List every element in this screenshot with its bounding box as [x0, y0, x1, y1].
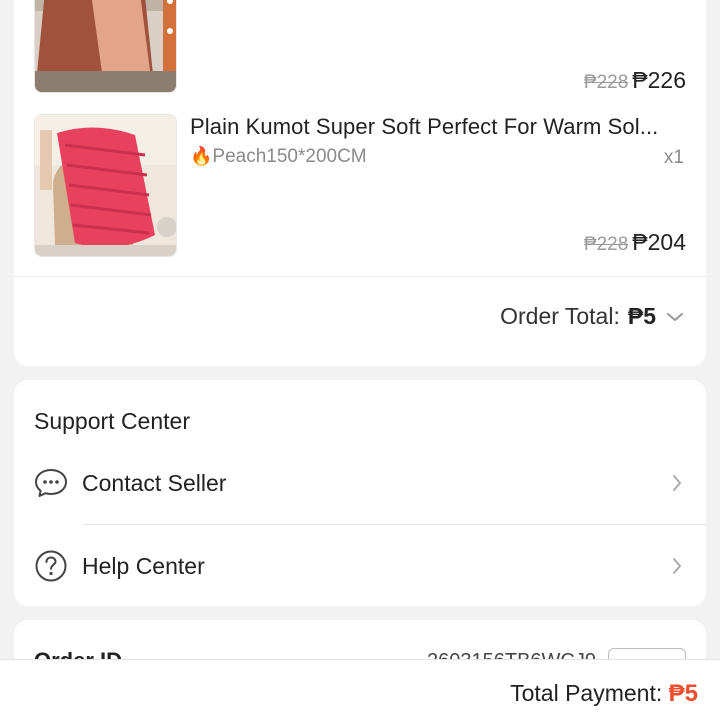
- original-price: ₱228: [583, 72, 629, 93]
- chevron-right-icon: [673, 475, 681, 491]
- discounted-price: ₱226: [632, 67, 686, 93]
- fire-icon: 🔥: [190, 146, 213, 166]
- discounted-price: ₱204: [632, 229, 686, 255]
- bottom-payment-bar: Total Payment: ₱5: [0, 659, 720, 720]
- product-item[interactable]: ₱228 ₱226: [14, 0, 706, 112]
- total-payment-amount: ₱5: [668, 680, 698, 707]
- contact-seller-row[interactable]: Contact Seller: [14, 443, 706, 523]
- order-total-amount: ₱5: [627, 303, 656, 329]
- chat-bubble-icon: [35, 469, 67, 497]
- question-circle-icon: [35, 550, 67, 582]
- product-image[interactable]: [34, 114, 177, 257]
- order-total-row[interactable]: Order Total: ₱5: [500, 303, 686, 330]
- order-total-label: Order Total:: [500, 303, 620, 329]
- variant-label: Peach150*200CM: [212, 146, 367, 167]
- product-price: ₱228 ₱226: [584, 67, 686, 94]
- product-price: ₱228 ₱204: [584, 229, 686, 256]
- product-image[interactable]: [34, 0, 177, 93]
- original-price: ₱228: [583, 234, 629, 255]
- divider: [82, 524, 706, 525]
- contact-seller-label: Contact Seller: [82, 469, 227, 496]
- total-payment-label: Total Payment:: [510, 680, 663, 706]
- total-payment: Total Payment: ₱5: [510, 680, 698, 708]
- divider: [14, 276, 706, 277]
- order-items-card: ₱228 ₱226 Plain Kumot Super Soft Perfect…: [14, 0, 706, 366]
- help-center-label: Help Center: [82, 552, 205, 579]
- chevron-down-icon[interactable]: [664, 306, 686, 328]
- help-center-row[interactable]: Help Center: [14, 526, 706, 606]
- product-title[interactable]: Plain Kumot Super Soft Perfect For Warm …: [190, 114, 690, 140]
- support-center-card: Support Center Contact Seller Help Cente…: [14, 380, 706, 606]
- product-quantity: x1: [663, 147, 684, 168]
- chevron-right-icon: [673, 558, 681, 574]
- product-variant: 🔥Peach150*200CM: [190, 146, 367, 168]
- support-center-title: Support Center: [34, 408, 190, 434]
- product-item[interactable]: Plain Kumot Super Soft Perfect For Warm …: [14, 112, 706, 272]
